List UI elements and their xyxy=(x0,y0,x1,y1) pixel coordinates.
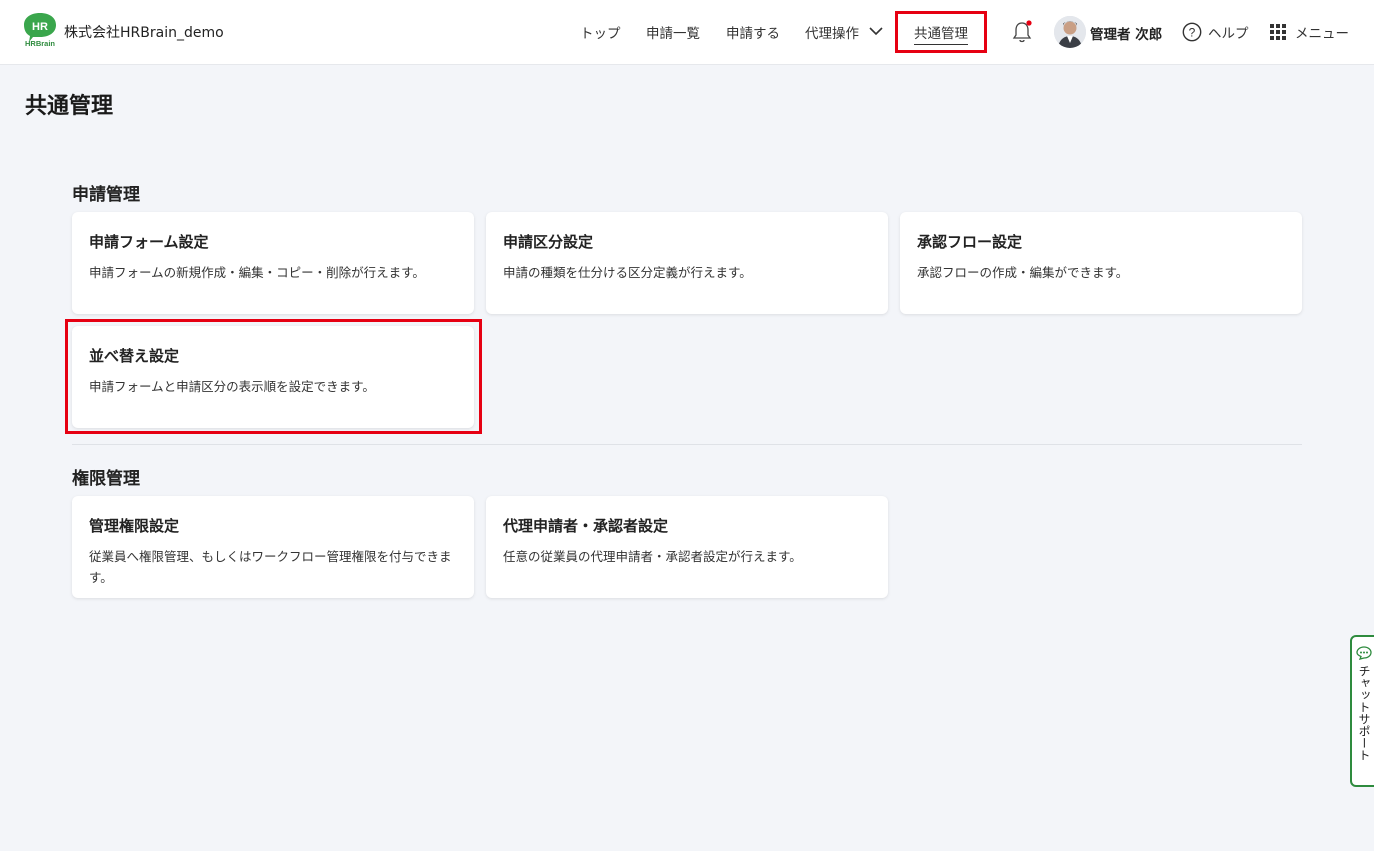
notification-dot xyxy=(1026,20,1032,26)
card-description: 承認フローの作成・編集ができます。 xyxy=(917,265,1129,280)
svg-text:HRBrain: HRBrain xyxy=(25,39,55,48)
card-title: 管理権限設定 xyxy=(89,517,180,535)
card-description: 従業員へ権限管理、もしくはワークフロー管理権限を付与できます。 xyxy=(89,549,452,585)
top-header: HR HRBrain 株式会社HRBrain_demo トップ 申請一覧 申請す… xyxy=(0,0,1374,65)
card-title: 申請区分設定 xyxy=(503,233,594,251)
card-title: 並べ替え設定 xyxy=(89,347,180,365)
card-description: 申請フォームと申請区分の表示順を設定できます。 xyxy=(89,379,375,394)
svg-text:HR: HR xyxy=(32,21,48,33)
card-description: 申請フォームの新規作成・編集・コピー・削除が行えます。 xyxy=(89,265,425,280)
nav-common-management-label: 共通管理 xyxy=(914,22,968,45)
chat-support-button[interactable]: チャットサポート xyxy=(1350,635,1374,787)
nav-proxy-operation[interactable]: 代理操作 xyxy=(805,22,859,42)
card-description: 申請の種類を仕分ける区分定義が行えます。 xyxy=(503,265,752,280)
card-admin-permission-settings[interactable]: 管理権限設定 従業員へ権限管理、もしくはワークフロー管理権限を付与できます。 xyxy=(72,496,474,598)
help-link[interactable]: ヘルプ xyxy=(1208,22,1249,42)
company-name[interactable]: 株式会社HRBrain_demo xyxy=(64,22,224,42)
card-title: 申請フォーム設定 xyxy=(89,233,209,251)
chat-support-label: チャットサポート xyxy=(1357,665,1371,761)
avatar[interactable] xyxy=(1054,16,1086,48)
nav-common-management[interactable]: 共通管理 xyxy=(895,11,987,53)
nav-top[interactable]: トップ xyxy=(580,22,621,42)
card-sort-order-settings[interactable]: 並べ替え設定 申請フォームと申請区分の表示順を設定できます。 xyxy=(72,326,474,428)
grid-menu-icon[interactable] xyxy=(1270,24,1286,40)
notification-bell-icon[interactable] xyxy=(1012,20,1032,44)
card-title: 代理申請者・承認者設定 xyxy=(503,517,669,535)
nav-application-list[interactable]: 申請一覧 xyxy=(646,22,700,42)
section-divider xyxy=(72,444,1302,445)
card-title: 承認フロー設定 xyxy=(917,233,1023,251)
card-application-form-settings[interactable]: 申請フォーム設定 申請フォームの新規作成・編集・コピー・削除が行えます。 xyxy=(72,212,474,314)
nav-apply[interactable]: 申請する xyxy=(726,22,780,42)
card-description: 任意の従業員の代理申請者・承認者設定が行えます。 xyxy=(503,549,802,564)
chevron-down-icon[interactable] xyxy=(868,25,884,37)
card-approval-flow-settings[interactable]: 承認フロー設定 承認フローの作成・編集ができます。 xyxy=(900,212,1302,314)
svg-text:?: ? xyxy=(1189,26,1196,40)
menu-link[interactable]: メニュー xyxy=(1295,22,1349,42)
page-title: 共通管理 xyxy=(25,94,114,119)
section-title-permission-management: 権限管理 xyxy=(72,469,140,489)
user-name[interactable]: 管理者 次郎 xyxy=(1090,23,1162,43)
section-title-application-management: 申請管理 xyxy=(72,185,140,205)
avatar-image xyxy=(1054,16,1086,48)
hrbrain-logo[interactable]: HR HRBrain xyxy=(23,12,57,48)
chat-bubble-icon xyxy=(1356,646,1372,660)
card-application-category-settings[interactable]: 申請区分設定 申請の種類を仕分ける区分定義が行えます。 xyxy=(486,212,888,314)
help-icon[interactable]: ? xyxy=(1182,22,1202,42)
card-proxy-applicant-approver-settings[interactable]: 代理申請者・承認者設定 任意の従業員の代理申請者・承認者設定が行えます。 xyxy=(486,496,888,598)
